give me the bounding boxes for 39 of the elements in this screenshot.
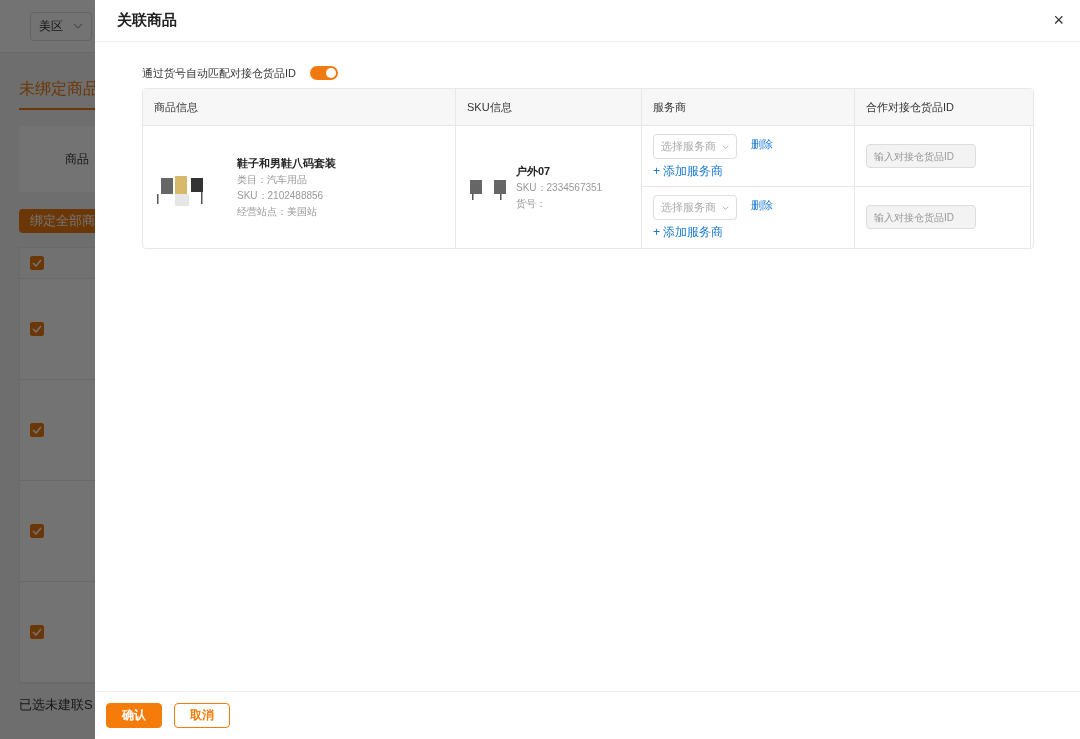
chevron-icon [722,204,729,211]
product-detail: SKU：2102488856 [237,188,325,203]
column-header: 合作对接仓货品ID [865,99,955,115]
product-title: 鞋子和男鞋八码套装 [237,155,336,171]
check-icon [32,527,42,535]
check-icon [32,426,42,434]
provider-select[interactable]: 选择服务商 [653,195,737,220]
selection-summary: 已选未建联S [19,696,94,714]
check-icon [32,325,42,333]
checkbox[interactable] [30,256,44,270]
delete-link[interactable]: 删除 [751,195,773,213]
sku-detail: 货号： [516,196,547,211]
toggle-switch[interactable] [310,66,338,80]
add-provider-link[interactable]: + 添加服务商 [653,224,724,241]
sku-detail: SKU：2334567351 [516,180,603,195]
sku-title: 户外07 [516,163,552,179]
checkbox[interactable] [30,322,44,336]
check-icon [32,628,42,636]
region-select[interactable]: 美区 [30,11,92,41]
chevron-icon [73,23,83,29]
cancel-button[interactable]: 取消 [174,703,230,728]
checkbox[interactable] [30,423,44,437]
check-icon [32,259,42,267]
chevron-icon [722,143,729,150]
provider-select[interactable]: 选择服务商 [653,134,737,159]
column-header: 服务商 [642,89,855,125]
checkbox[interactable] [30,524,44,538]
delete-link[interactable]: 删除 [751,134,773,152]
product-detail: 类目：汽车用品 [237,172,308,187]
close-button[interactable]: × [1049,10,1068,31]
add-provider-link[interactable]: + 添加服务商 [653,163,724,180]
checkbox[interactable] [30,625,44,639]
column-header: SKU信息 [456,89,642,125]
filter-label: 商品 [65,150,89,168]
product-detail: 经营站点：美国站 [237,204,318,219]
column-header: 商品信息 [143,89,456,125]
drawer-title: 关联商品 [117,11,177,30]
switch-label: 通过货号自动匹配对接仓货品ID [142,65,296,81]
confirm-button[interactable]: 确认 [106,703,162,728]
